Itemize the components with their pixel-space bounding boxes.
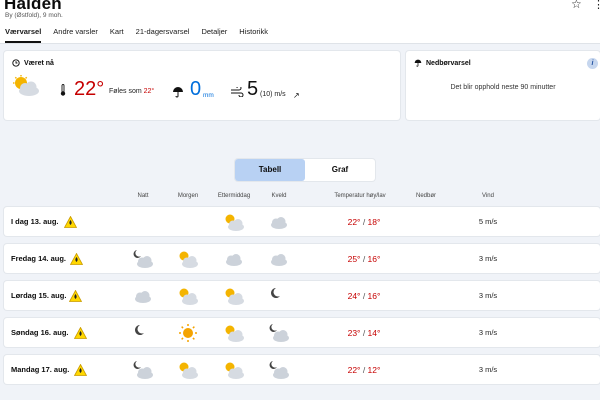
temp-high: 22° xyxy=(347,365,361,375)
temperature-high-low: 23° / 14° xyxy=(347,328,381,338)
feels-like-label: Føles som xyxy=(109,88,142,95)
clock-icon xyxy=(12,59,20,67)
tab-forecast[interactable]: Værvarsel xyxy=(5,27,42,43)
partly-cloudy-icon xyxy=(13,75,39,96)
wind-value: 5 m/s xyxy=(478,217,498,226)
feels-like: Føles som 22° xyxy=(109,88,154,95)
col-morning: Morgen xyxy=(177,193,199,199)
partly-cloudy-icon xyxy=(168,287,208,305)
partly-cloudy-icon xyxy=(168,250,208,268)
temp-low: 14° xyxy=(367,328,381,338)
col-precipitation: Nedbør xyxy=(415,193,436,199)
day-label: I dag 13. aug. xyxy=(11,217,59,226)
forecast-day-row[interactable]: Mandag 17. aug. 22° / 12° 3 m/s xyxy=(4,355,600,384)
temp-low: 16° xyxy=(367,254,381,264)
star-icon[interactable]: ☆ xyxy=(571,0,582,11)
thermometer-icon xyxy=(60,84,66,96)
temp-high: 22° xyxy=(347,217,361,227)
day-label: Søndag 16. aug. xyxy=(11,328,69,337)
temp-low: 16° xyxy=(367,291,381,301)
more-menu-icon[interactable]: ⋮ xyxy=(593,0,600,11)
partly-cloudy-icon xyxy=(214,213,254,231)
wind-value: 3 m/s xyxy=(478,365,498,374)
table-view-button[interactable]: Tabell xyxy=(235,159,305,181)
partly-cloudy-icon xyxy=(214,361,254,379)
fire-warning-icon[interactable] xyxy=(69,252,84,270)
forecast-day-row[interactable]: Søndag 16. aug. 23° / 14° 3 m/s xyxy=(4,318,600,347)
fire-warning-icon[interactable] xyxy=(68,289,83,307)
partly-cloudy-night-icon xyxy=(123,250,163,268)
location-subtitle: By (Østfold), 9 moh. xyxy=(5,12,63,19)
nowcast-title: Nedbørvarsel xyxy=(414,59,471,67)
col-wind: Vind xyxy=(482,193,494,199)
cloudy-icon xyxy=(259,250,299,268)
temp-low: 12° xyxy=(367,365,381,375)
temperature-high-low: 22° / 12° xyxy=(347,365,381,375)
info-icon[interactable]: i xyxy=(587,58,598,69)
day-label: Mandag 17. aug. xyxy=(11,365,70,374)
partly-cloudy-icon xyxy=(168,361,208,379)
moon-icon xyxy=(123,324,163,342)
temp-high: 25° xyxy=(347,254,361,264)
day-label: Fredag 14. aug. xyxy=(11,254,67,263)
forecast-day-row[interactable]: Fredag 14. aug. 25° / 16° 3 m/s xyxy=(4,244,600,273)
precipitation-unit: mm xyxy=(203,92,214,99)
tab-details[interactable]: Detaljer xyxy=(201,27,227,43)
precipitation-value: 0 xyxy=(190,78,202,100)
tab-21-day[interactable]: 21-dagersvarsel xyxy=(136,27,190,43)
moon-icon xyxy=(259,287,299,305)
tab-map[interactable]: Kart xyxy=(110,27,124,43)
fire-warning-icon[interactable] xyxy=(73,326,88,344)
temperature-high-low: 25° / 16° xyxy=(347,254,381,264)
col-evening: Kveld xyxy=(271,193,287,199)
partly-cloudy-icon xyxy=(214,287,254,305)
current-temperature: 22° xyxy=(74,78,105,100)
wind-value: 3 m/s xyxy=(478,328,498,337)
sun-icon xyxy=(168,324,208,342)
precipitation-nowcast-card: Nedbørvarsel i Det blir opphold neste 90… xyxy=(406,51,600,120)
wind-speed: 5 xyxy=(247,78,259,100)
fire-warning-icon[interactable] xyxy=(63,215,78,233)
day-label: Lørdag 15. aug. xyxy=(11,291,67,300)
cloudy-icon xyxy=(214,250,254,268)
cloudy-icon xyxy=(259,213,299,231)
tab-history[interactable]: Historikk xyxy=(239,27,268,43)
cloudy-icon xyxy=(123,287,163,305)
umbrella-icon xyxy=(414,59,422,67)
view-toggle: Tabell Graf xyxy=(235,159,375,181)
col-night: Natt xyxy=(137,193,149,199)
partly-cloudy-night-icon xyxy=(259,324,299,342)
partly-cloudy-icon xyxy=(214,324,254,342)
current-weather-title: Været nå xyxy=(12,59,54,67)
umbrella-icon xyxy=(173,87,183,98)
wind-value: 3 m/s xyxy=(478,254,498,263)
feels-like-value: 22° xyxy=(143,88,155,95)
temp-high: 23° xyxy=(347,328,361,338)
forecast-tabs: Værvarsel Andre varsler Kart 21-dagersva… xyxy=(5,27,268,43)
partly-cloudy-night-icon xyxy=(123,361,163,379)
wind-icon xyxy=(231,87,244,97)
temp-high: 24° xyxy=(347,291,361,301)
partly-cloudy-night-icon xyxy=(259,361,299,379)
forecast-day-row[interactable]: Lørdag 15. aug. 24° / 16° 3 m/s xyxy=(4,281,600,310)
wind-gust: (10) m/s xyxy=(260,91,286,98)
temperature-high-low: 22° / 18° xyxy=(347,217,381,227)
nowcast-title-text: Nedbørvarsel xyxy=(426,59,471,67)
temp-low: 18° xyxy=(367,217,381,227)
current-weather-card: Været nå 22° Føles som 22° 0 mm 5 (10) m… xyxy=(4,51,400,120)
temperature-high-low: 24° / 16° xyxy=(347,291,381,301)
wind-value: 3 m/s xyxy=(478,291,498,300)
empty-period xyxy=(123,213,163,231)
tab-other-warnings[interactable]: Andre varsler xyxy=(53,27,98,43)
nowcast-text: Det blir opphold neste 90 minutter xyxy=(450,84,556,91)
current-weather-title-text: Været nå xyxy=(24,59,54,67)
empty-period xyxy=(168,213,208,231)
fire-warning-icon[interactable] xyxy=(73,363,88,381)
col-afternoon: Ettermiddag xyxy=(217,193,251,199)
forecast-day-row[interactable]: I dag 13. aug. 22° / 18° 5 m/s xyxy=(4,207,600,236)
col-temperature: Temperatur høy/lav xyxy=(334,193,386,199)
wind-direction-arrow-icon: ↗ xyxy=(293,91,300,100)
location-header: Halden By (Østfold), 9 moh. ☆ ⋮ Værvarse… xyxy=(0,0,600,44)
graph-view-button[interactable]: Graf xyxy=(305,159,375,181)
